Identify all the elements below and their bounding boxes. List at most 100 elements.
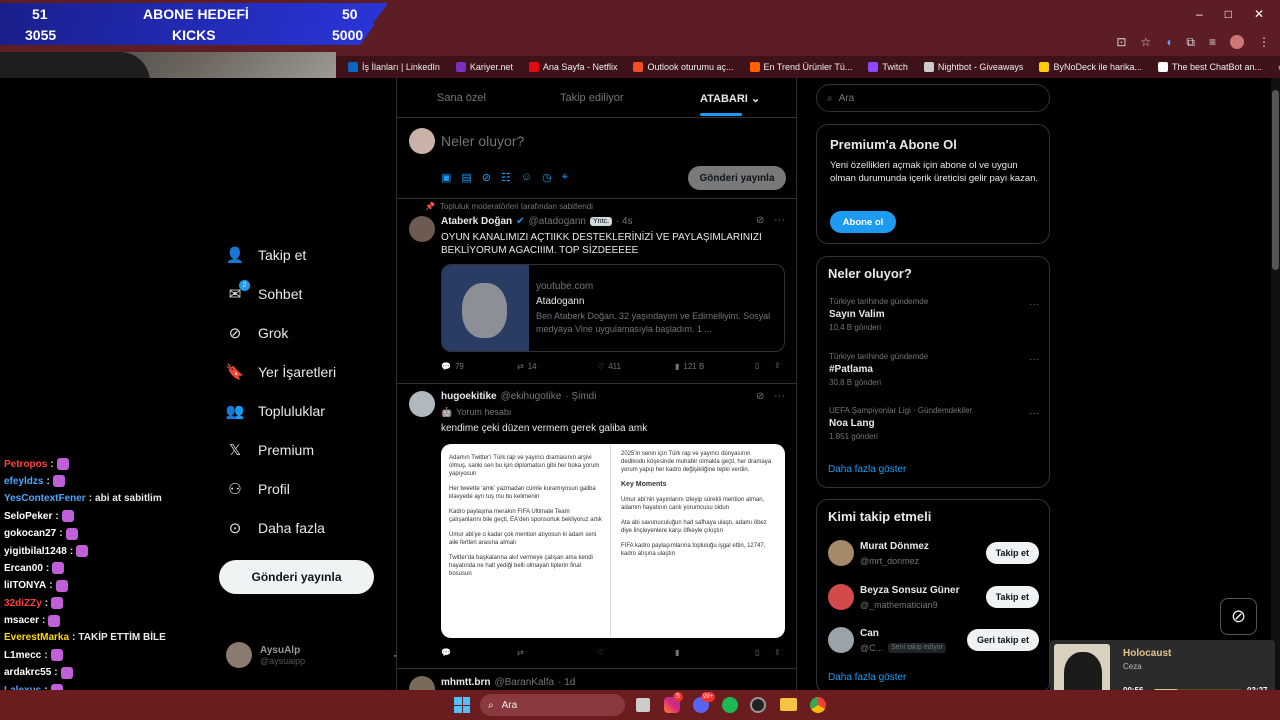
trend-item[interactable]: Türkiye tarihinde gündemde #Patlama 30,8 B… bbox=[829, 352, 928, 387]
trend-item[interactable]: Türkiye tarihinde gündemde Sayın Valim 10,… bbox=[829, 297, 928, 332]
reply-icon[interactable]: 💬 bbox=[441, 648, 451, 657]
windows-start-icon[interactable] bbox=[454, 697, 470, 713]
nav-chat[interactable]: ✉ 2 Sohbet bbox=[226, 280, 302, 303]
avatar[interactable] bbox=[828, 627, 854, 653]
chrome-icon[interactable] bbox=[810, 697, 826, 713]
app-icon[interactable] bbox=[750, 697, 766, 713]
poll-icon[interactable]: ☷ bbox=[501, 171, 511, 184]
chat-username[interactable]: liITONYA bbox=[4, 580, 46, 591]
tweet-handle[interactable]: @BaranKalfa bbox=[494, 677, 554, 688]
tab-atabari[interactable]: ATABARI ⌄ bbox=[700, 92, 760, 105]
media-icon[interactable]: ≡ bbox=[1209, 35, 1216, 49]
link-card[interactable]: youtube.com Atadogann Ben Ataberk Doğan.… bbox=[441, 264, 785, 352]
bookmark-item[interactable]: Ana Sayfa - Netflix bbox=[528, 62, 617, 72]
trend-more-icon[interactable]: ··· bbox=[1029, 408, 1039, 419]
task-view-icon[interactable] bbox=[636, 698, 650, 712]
grok-icon[interactable]: ⊘ bbox=[482, 171, 491, 184]
minimize-button[interactable]: – bbox=[1196, 7, 1203, 21]
scrollbar-thumb[interactable] bbox=[1272, 90, 1279, 270]
gif-icon[interactable]: ▤ bbox=[461, 171, 471, 184]
suggestion-name[interactable]: Beyza Sonsuz Güner bbox=[860, 585, 959, 596]
chart-icon[interactable]: ▮ bbox=[675, 648, 679, 657]
nav-bookmarks[interactable]: 🔖 Yer İşaretleri bbox=[226, 363, 336, 381]
grok-icon[interactable]: ⊘ bbox=[756, 391, 764, 402]
chat-username[interactable]: efeyldzs bbox=[4, 476, 43, 487]
chat-username[interactable]: Petropos bbox=[4, 459, 47, 470]
chat-username[interactable]: 32diZZy bbox=[4, 598, 42, 609]
trend-item[interactable]: UEFA Şampiyonlar Ligi · Gündemdekiler Noa… bbox=[829, 406, 972, 441]
install-icon[interactable]: ⊡ bbox=[1116, 35, 1126, 49]
bookmark-item[interactable]: İş İlanları | LinkedIn bbox=[348, 62, 440, 72]
chat-username[interactable]: YesContextFener bbox=[4, 493, 86, 504]
nav-follow[interactable]: 👤 Takip et bbox=[226, 246, 307, 264]
repost-action[interactable]: ⇄ 14 bbox=[517, 362, 537, 371]
tweet-more-icon[interactable]: ··· bbox=[774, 214, 785, 226]
tweet-more-icon[interactable]: ··· bbox=[774, 390, 785, 402]
grok-icon[interactable]: ⊘ bbox=[756, 215, 764, 226]
tweet-author[interactable]: mhmtt.brn bbox=[441, 677, 490, 688]
tweet-time[interactable]: · Şimdi bbox=[565, 391, 596, 402]
like-action[interactable]: ♡ 411 bbox=[597, 362, 621, 371]
chat-username[interactable]: ardakrc55 bbox=[4, 667, 51, 678]
image-icon[interactable]: ▣ bbox=[441, 171, 451, 184]
bookmark-item[interactable]: Nightbot - Giveaways bbox=[923, 62, 1023, 72]
trends-show-more[interactable]: Daha fazla göster bbox=[828, 464, 906, 475]
trend-more-icon[interactable]: ··· bbox=[1029, 299, 1039, 310]
maximize-button[interactable]: □ bbox=[1225, 7, 1232, 21]
profile-avatar[interactable] bbox=[1230, 35, 1244, 49]
location-icon[interactable]: ⌖ bbox=[562, 171, 568, 184]
bookmark-item[interactable]: ByNoDeck ile harika... bbox=[1039, 62, 1142, 72]
schedule-icon[interactable]: ◷ bbox=[542, 171, 552, 184]
tweet-author[interactable]: Ataberk Doğan bbox=[441, 216, 512, 227]
suggestion-name[interactable]: Can bbox=[860, 628, 879, 639]
taskbar-search[interactable]: ⌕ Ara bbox=[480, 694, 625, 716]
spotify-icon[interactable] bbox=[722, 697, 738, 713]
compose-input[interactable]: Neler oluyor? bbox=[441, 133, 524, 149]
folder-icon[interactable] bbox=[780, 698, 797, 711]
tab-following[interactable]: Takip ediliyor bbox=[560, 92, 624, 104]
chat-username[interactable]: EverestMarka bbox=[4, 632, 69, 643]
tweet-time[interactable]: · 4s bbox=[616, 216, 633, 227]
tweet-handle[interactable]: @atadogann bbox=[529, 216, 586, 227]
bookmark-item[interactable]: Twitch bbox=[868, 62, 908, 72]
reply-action[interactable]: 💬 79 bbox=[441, 362, 464, 371]
extension-icon[interactable]: ◖ bbox=[1165, 35, 1172, 49]
compose-post-button[interactable]: Gönderi yayınla bbox=[688, 166, 786, 190]
who-show-more[interactable]: Daha fazla göster bbox=[828, 672, 906, 683]
bookmark-icon[interactable]: ▯ bbox=[755, 361, 759, 370]
repost-icon[interactable]: ⇄ bbox=[517, 648, 524, 657]
trend-more-icon[interactable]: ··· bbox=[1029, 354, 1039, 365]
bookmark-item[interactable]: The best ChatBot an... bbox=[1157, 62, 1262, 72]
scrollbar[interactable] bbox=[1271, 78, 1280, 690]
subscribe-button[interactable]: Abone ol bbox=[830, 211, 896, 233]
bookmark-item[interactable]: En Trend Ürünler Tü... bbox=[749, 62, 852, 72]
star-icon[interactable]: ☆ bbox=[1140, 35, 1151, 49]
close-button[interactable]: ✕ bbox=[1254, 7, 1264, 21]
share-icon[interactable]: ⇪ bbox=[774, 648, 781, 657]
search-input[interactable]: ⌕ Ara bbox=[816, 84, 1050, 112]
tweet-image[interactable]: Adamın Twitter'ı Türk rap ve yayıncı dra… bbox=[441, 444, 785, 638]
chat-username[interactable]: SeloPeker bbox=[4, 511, 52, 522]
avatar[interactable] bbox=[409, 216, 435, 242]
tweet-handle[interactable]: @ekihugotike bbox=[501, 391, 562, 402]
avatar[interactable] bbox=[409, 676, 435, 690]
tab-for-you[interactable]: Sana özel bbox=[437, 92, 486, 104]
follow-button[interactable]: Takip et bbox=[985, 542, 1039, 564]
chat-username[interactable]: msacer bbox=[4, 615, 39, 626]
tweet-time[interactable]: · 1d bbox=[558, 677, 575, 688]
nav-communities[interactable]: 👥 Topluluklar bbox=[226, 402, 325, 420]
bookmark-item[interactable]: Outlook oturumu aç... bbox=[633, 62, 734, 72]
avatar[interactable] bbox=[409, 391, 435, 417]
heart-icon[interactable]: ♡ bbox=[597, 648, 604, 657]
chat-username[interactable]: L1mecc bbox=[4, 650, 41, 661]
emoji-icon[interactable]: ☺ bbox=[521, 171, 532, 184]
chat-username[interactable]: Ercan00 bbox=[4, 563, 43, 574]
chat-username[interactable]: gokocan27 bbox=[4, 528, 56, 539]
bookmark-icon[interactable]: ▯ bbox=[755, 648, 759, 657]
follow-back-button[interactable]: Geri takip et bbox=[966, 629, 1039, 651]
follow-button[interactable]: Takip et bbox=[985, 586, 1039, 608]
suggestion-name[interactable]: Murat Dönmez bbox=[860, 541, 929, 552]
views-action[interactable]: ▮ 121 B bbox=[675, 362, 704, 371]
nav-grok[interactable]: ⊘ Grok bbox=[226, 324, 289, 342]
avatar[interactable] bbox=[828, 540, 854, 566]
